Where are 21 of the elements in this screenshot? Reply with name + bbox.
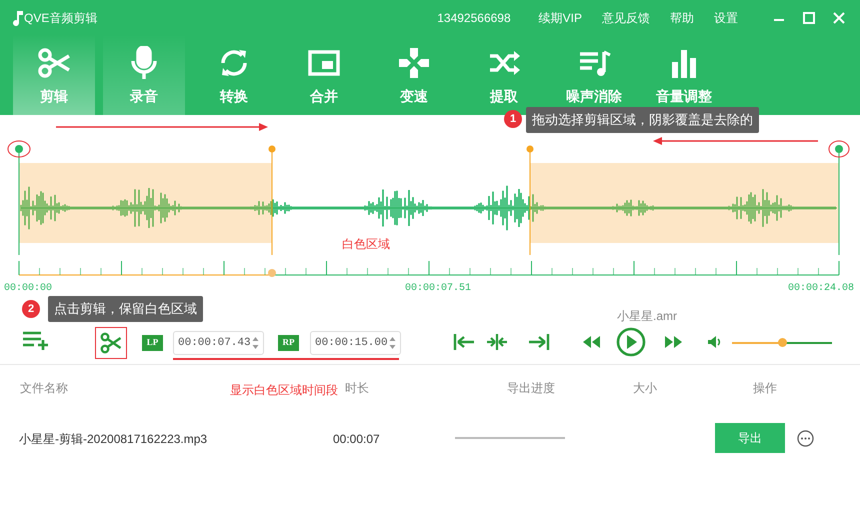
column-header: 操作 bbox=[753, 380, 777, 397]
time-label: 00:00:00 bbox=[4, 282, 52, 296]
column-header: 导出进度 bbox=[507, 380, 555, 397]
time-label: 00:00:07.51 bbox=[405, 282, 472, 296]
file-name: 小星星.amr bbox=[617, 308, 677, 325]
annotation-text: 显示白色区域时间段 bbox=[230, 382, 338, 399]
rp-tag: RP bbox=[278, 335, 299, 351]
lp-tag: LP bbox=[142, 335, 163, 351]
column-header: 时长 bbox=[345, 380, 369, 397]
window-title: QVE音频剪辑 bbox=[24, 10, 98, 26]
time-label: 00:00:24.08 bbox=[788, 282, 854, 296]
table-cell-text: 小星星-剪辑-20200817162223.mp3 bbox=[19, 431, 208, 448]
column-header: 大小 bbox=[633, 380, 657, 397]
annotation-text: 白色区域 bbox=[342, 236, 390, 253]
step-number: 1 bbox=[504, 110, 522, 128]
step-number: 2 bbox=[22, 300, 40, 318]
phone-number: 13492566698 bbox=[437, 10, 511, 26]
tooltip: 拖动选择剪辑区域，阴影覆盖是去除的 bbox=[526, 107, 759, 132]
table-cell-text: 00:00:07 bbox=[333, 431, 380, 448]
tooltip: 点击剪辑，保留白色区域 bbox=[48, 296, 203, 322]
column-header: 文件名称 bbox=[20, 380, 68, 397]
